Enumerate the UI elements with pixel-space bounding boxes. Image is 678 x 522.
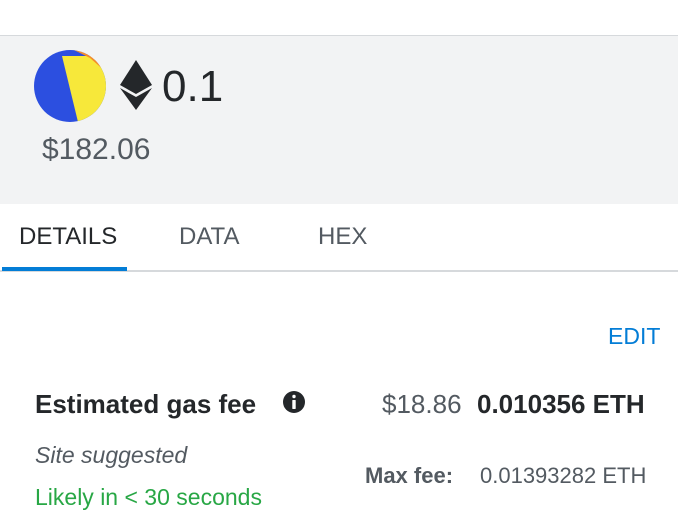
estimated-time: Likely in < 30 seconds — [35, 484, 262, 510]
eth-amount: 0.1 — [162, 62, 224, 111]
gas-fee-title: Estimated gas fee — [35, 389, 257, 419]
max-fee-value: 0.01393282 ETH — [480, 463, 647, 488]
transaction-summary: 0.1 $182.06 — [0, 36, 678, 204]
tab-bar: DETAILS DATA HEX — [0, 204, 678, 272]
top-strip — [0, 0, 678, 36]
fiat-amount: $182.06 — [42, 133, 151, 166]
jazzicon-avatar-icon — [34, 50, 106, 122]
active-tab-indicator — [2, 267, 127, 271]
gas-fee-fiat: $18.86 — [382, 389, 462, 419]
account-avatar — [34, 50, 106, 122]
ethereum-icon — [120, 60, 152, 110]
info-icon[interactable] — [282, 390, 306, 414]
gas-source-label: Site suggested — [35, 442, 188, 468]
tab-hex[interactable]: HEX — [318, 222, 367, 252]
edit-gas-button[interactable]: EDIT — [608, 322, 660, 350]
max-fee-label: Max fee: — [365, 463, 454, 488]
gas-fee-eth: 0.010356 ETH — [477, 389, 645, 419]
tab-data[interactable]: DATA — [179, 222, 239, 252]
tab-details[interactable]: DETAILS — [19, 222, 117, 252]
